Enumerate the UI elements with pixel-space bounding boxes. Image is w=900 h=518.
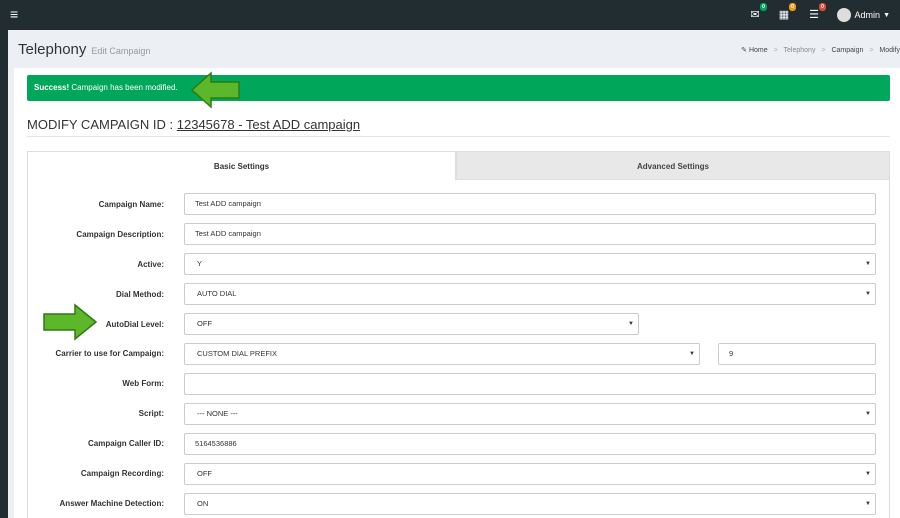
script-select[interactable]: --- NONE --- ▼ xyxy=(184,403,876,425)
amd-select[interactable]: ON ▼ xyxy=(184,493,876,515)
avatar xyxy=(836,8,851,22)
tab-advanced-settings[interactable]: Advanced Settings xyxy=(456,151,890,180)
mail-icon[interactable]: ✉ 0 xyxy=(745,3,767,24)
dropdown-arrow-icon: ▼ xyxy=(689,351,695,357)
breadcrumb-campaign[interactable]: Campaign xyxy=(831,47,863,54)
recording-select[interactable]: OFF ▼ xyxy=(184,463,876,485)
edit-icon: ✎ xyxy=(741,47,748,54)
campaign-description-label: Campaign Description: xyxy=(76,230,164,239)
campaign-name-input[interactable]: Test ADD campaign xyxy=(184,193,876,215)
annotation-arrow-left-icon xyxy=(190,71,240,109)
page-title-text: Telephony xyxy=(18,41,87,58)
alert-message: Campaign has been modified. xyxy=(71,83,178,92)
recording-label: Campaign Recording: xyxy=(80,469,164,478)
tab-basic-settings[interactable]: Basic Settings xyxy=(27,151,456,180)
breadcrumb-separator: > xyxy=(821,47,826,54)
caller-id-label: Campaign Caller ID: xyxy=(87,439,164,448)
web-form-label: Web Form: xyxy=(122,379,164,388)
dial-method-select[interactable]: AUTO DIAL ▼ xyxy=(184,283,876,305)
dropdown-arrow-icon: ▼ xyxy=(865,261,871,267)
page-subtitle: Edit Campaign xyxy=(91,46,151,56)
top-navbar: ≡ ✉ 0 ▦ 0 ☰ 0 Admin ▼ xyxy=(0,0,900,30)
breadcrumb-telephony[interactable]: Telephony xyxy=(784,47,816,54)
campaign-description-input[interactable]: Test ADD campaign xyxy=(184,223,876,245)
tasks-count-badge: 0 xyxy=(819,3,826,11)
web-form-input[interactable] xyxy=(184,373,876,395)
user-name: Admin xyxy=(854,10,881,20)
carrier-value: CUSTOM DIAL PREFIX xyxy=(197,349,278,358)
calendar-count-badge: 0 xyxy=(789,3,796,11)
calendar-icon[interactable]: ▦ 0 xyxy=(774,3,796,24)
autodial-level-label: AutoDial Level: xyxy=(105,320,164,329)
dial-method-value: AUTO DIAL xyxy=(197,289,237,298)
success-alert: Success! Campaign has been modified. xyxy=(27,75,890,101)
campaign-name-label: Campaign Name: xyxy=(98,200,164,209)
amd-value: ON xyxy=(197,499,209,508)
campaign-id-link[interactable]: 12345678 - Test ADD campaign xyxy=(177,117,360,132)
settings-tabs: Basic Settings Advanced Settings xyxy=(27,151,890,180)
tasks-glyph: ☰ xyxy=(809,9,819,21)
carrier-prefix-input[interactable]: 9 xyxy=(718,343,876,365)
user-menu[interactable]: Admin ▼ xyxy=(836,6,890,24)
amd-label: Answer Machine Detection: xyxy=(59,499,164,508)
dropdown-arrow-icon: ▼ xyxy=(865,501,871,507)
campaign-heading-prefix: MODIFY CAMPAIGN ID : xyxy=(27,117,177,132)
divider xyxy=(27,136,890,137)
active-select-value: Y xyxy=(197,259,203,268)
caret-down-icon: ▼ xyxy=(883,11,890,19)
breadcrumb-modify: Modify xyxy=(879,47,900,54)
active-label: Active: xyxy=(137,260,164,269)
dropdown-arrow-icon: ▼ xyxy=(628,321,634,327)
hamburger-menu-icon[interactable]: ≡ xyxy=(10,6,18,22)
carrier-label: Carrier to use for Campaign: xyxy=(55,349,164,358)
calendar-glyph: ▦ xyxy=(778,9,790,21)
recording-value: OFF xyxy=(197,469,212,478)
autodial-level-select[interactable]: OFF ▼ xyxy=(184,313,639,335)
script-value: --- NONE --- xyxy=(197,409,238,418)
dropdown-arrow-icon: ▼ xyxy=(865,411,871,417)
carrier-select[interactable]: CUSTOM DIAL PREFIX ▼ xyxy=(184,343,700,365)
campaign-heading: MODIFY CAMPAIGN ID : 12345678 - Test ADD… xyxy=(27,117,360,132)
script-label: Script: xyxy=(138,409,164,418)
breadcrumb-separator: > xyxy=(773,47,778,54)
caller-id-input[interactable]: 5164536886 xyxy=(184,433,876,455)
page-title: Telephony Edit Campaign xyxy=(18,41,150,58)
mail-count-badge: 0 xyxy=(760,3,767,11)
autodial-level-value: OFF xyxy=(197,319,212,328)
breadcrumb: ✎ Home > Telephony > Campaign > Modify xyxy=(741,46,900,54)
breadcrumb-home[interactable]: Home xyxy=(749,47,768,54)
mail-glyph: ✉ xyxy=(750,9,760,21)
active-select[interactable]: Y ▼ xyxy=(184,253,876,275)
dropdown-arrow-icon: ▼ xyxy=(865,291,871,297)
dropdown-arrow-icon: ▼ xyxy=(865,471,871,477)
breadcrumb-separator: > xyxy=(869,47,874,54)
alert-strong: Success! xyxy=(34,83,70,92)
tasks-icon[interactable]: ☰ 0 xyxy=(804,3,826,24)
